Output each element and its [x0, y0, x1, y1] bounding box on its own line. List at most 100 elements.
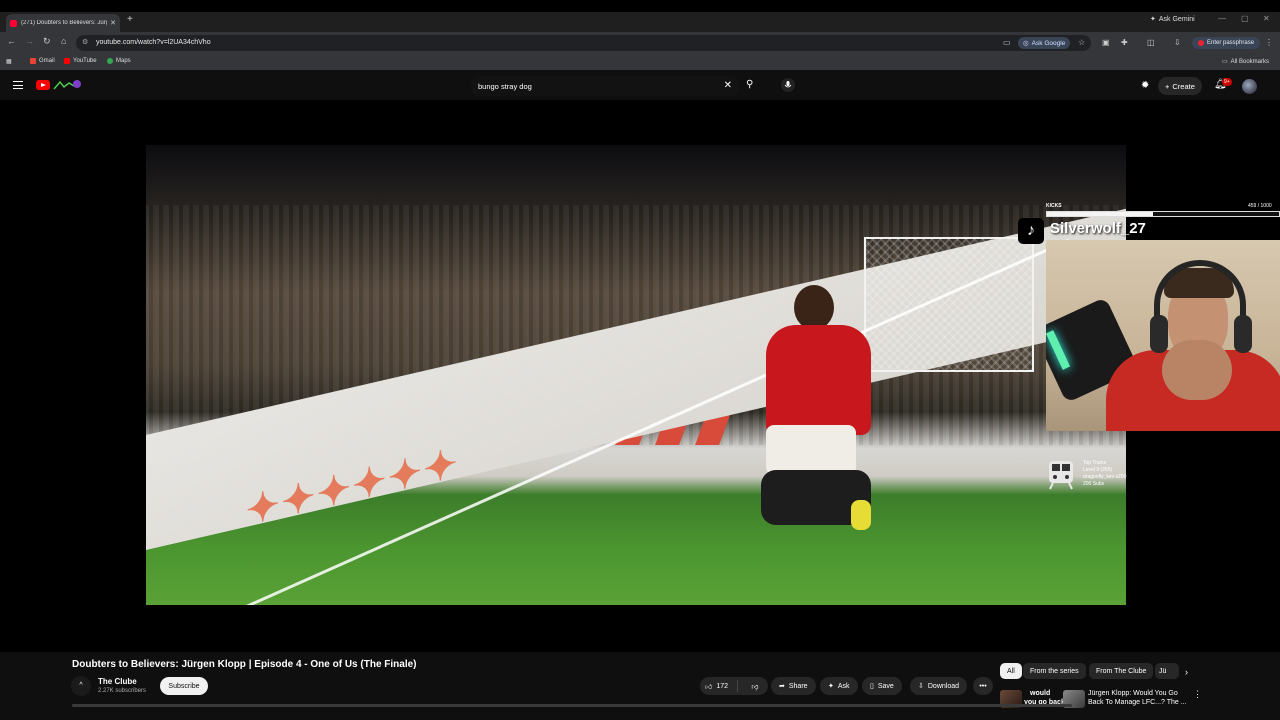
recommendation-title[interactable]: Jürgen Klopp: Would You Go Back To Manag… — [1088, 689, 1187, 707]
ask-google-button[interactable]: ◎ Ask Google — [1018, 37, 1071, 49]
video-title: Doubters to Believers: Jürgen Klopp | Ep… — [72, 659, 417, 670]
create-label: Create — [1172, 81, 1195, 91]
recommendation-menu-icon[interactable]: ⋮ — [1193, 689, 1202, 700]
account-avatar[interactable] — [1242, 79, 1257, 94]
site-info-icon[interactable]: ⚙ — [82, 38, 88, 46]
bookmarks-bar: ▦ Gmail YouTube Maps ▭ All Bookmarks — [0, 54, 1280, 70]
browser-tab-active[interactable]: (271) Doubters to Believers: Jürg ✕ — [6, 14, 120, 32]
bookmark-gmail[interactable]: Gmail — [30, 58, 55, 64]
dislike-button[interactable]: 👎︎ — [742, 682, 768, 691]
ask-gemini-label: Ask Gemini — [1158, 15, 1195, 23]
clear-search-icon[interactable]: ✕ — [724, 80, 732, 91]
bookmark-label: YouTube — [73, 58, 97, 64]
enter-passphrase-button[interactable]: Enter passphrase — [1192, 37, 1261, 49]
ask-google-label: Ask Google — [1031, 39, 1066, 47]
more-actions-button[interactable]: ••• — [973, 677, 993, 695]
search-icon[interactable]: ⚲ — [746, 79, 753, 90]
sparkle-icon: ✦ — [828, 683, 834, 690]
bookmark-maps[interactable]: Maps — [107, 58, 131, 64]
youtube-logo-icon[interactable] — [36, 80, 50, 90]
subscribe-button[interactable]: Subscribe — [160, 677, 208, 695]
maximize-window-icon[interactable]: ▢ — [1241, 14, 1249, 23]
close-window-icon[interactable]: ✕ — [1263, 14, 1270, 23]
all-bookmarks-label: All Bookmarks — [1230, 58, 1270, 65]
channel-avatar[interactable]: ^ — [71, 676, 91, 696]
save-playlist-icon: ▯ — [870, 683, 874, 690]
reload-icon[interactable]: ↻ — [43, 36, 51, 47]
window-top-strip — [0, 0, 1280, 12]
channel-name[interactable]: The Clube — [98, 677, 137, 686]
top-trains-line: Level 9 (265) — [1083, 467, 1113, 473]
footballer-head — [794, 285, 834, 330]
thumbs-down-icon: 👎︎ — [751, 683, 759, 691]
tiktok-icon: ♪ — [1018, 218, 1044, 244]
youtube-doodle-icon[interactable] — [52, 78, 82, 92]
lens-icon: ◎ — [1023, 40, 1029, 47]
ask-label: Ask — [837, 682, 850, 690]
profile-dot-icon — [1198, 40, 1204, 46]
save-button[interactable]: ▯ Save — [862, 677, 902, 695]
thumbs-up-icon: 👍︎ — [705, 683, 713, 691]
voice-search-button[interactable] — [781, 78, 795, 92]
settings-gear-icon[interactable]: ✹ — [1141, 80, 1149, 91]
extension-icon[interactable]: ▣ — [1102, 38, 1110, 47]
download-label: Download — [927, 682, 960, 690]
side-panel-icon[interactable]: ◫ — [1147, 38, 1155, 47]
kicks-goal-label: KICKS — [1046, 203, 1062, 209]
ask-gemini-button[interactable]: ✦ Ask Gemini — [1150, 15, 1195, 24]
tab-close-icon[interactable]: ✕ — [110, 19, 116, 27]
bookmark-star-icon[interactable]: ☆ — [1078, 38, 1085, 47]
more-horizontal-icon: ••• — [979, 682, 987, 690]
search-input[interactable]: bungo stray dog ✕ — [470, 76, 740, 96]
share-button[interactable]: ➦ Share — [771, 677, 816, 695]
download-button[interactable]: ⇩ Download — [910, 677, 968, 695]
footballer-figure — [746, 265, 896, 545]
like-button[interactable]: 👍︎ 172 — [700, 680, 738, 692]
save-label: Save — [877, 682, 894, 690]
footballer-boot — [851, 500, 871, 530]
youtube-icon — [64, 58, 70, 64]
footballer-jersey — [766, 325, 871, 435]
puzzle-extensions-icon[interactable]: ✚ — [1121, 38, 1128, 47]
ask-button[interactable]: ✦ Ask — [820, 677, 858, 695]
like-count: 172 — [716, 682, 729, 690]
chip-all[interactable]: All — [1000, 663, 1022, 679]
passphrase-label: Enter passphrase — [1207, 40, 1255, 46]
forward-arrow-icon[interactable]: → — [25, 36, 34, 46]
recommendation-title-line: Jürgen Klopp: Would You Go — [1088, 690, 1178, 697]
home-icon[interactable]: ⌂ — [61, 36, 66, 46]
bookmark-label: Maps — [116, 58, 131, 64]
headset-cup-right — [1234, 315, 1252, 353]
download-icon: ⇩ — [918, 683, 924, 690]
chevron-right-icon[interactable]: › — [1185, 667, 1188, 677]
address-bar[interactable]: ⚙ youtube.com/watch?v=l2UA34chVho — [76, 35, 1091, 51]
url-text: youtube.com/watch?v=l2UA34chVho — [96, 39, 211, 46]
menu-hamburger-icon[interactable] — [13, 81, 23, 89]
kicks-progress-bar — [1046, 211, 1280, 217]
cast-icon[interactable]: ▭ — [1003, 38, 1011, 47]
back-arrow-icon[interactable]: ← — [7, 36, 16, 46]
share-arrow-icon: ➦ — [779, 683, 785, 690]
kicks-goal-count: 459 / 1000 — [1248, 203, 1272, 209]
minimize-window-icon[interactable]: — — [1218, 14, 1226, 23]
downloads-icon[interactable]: ⇩ — [1174, 38, 1181, 47]
streamer-hand — [1162, 340, 1232, 400]
top-trains-line: 200 Subs — [1083, 481, 1105, 487]
webcam-feed — [1046, 240, 1280, 431]
browser-menu-icon[interactable]: ⋮ — [1265, 38, 1273, 47]
recommendation-title-line: Back To Manage LFC...? The ... — [1088, 699, 1187, 706]
top-trains-line: Top Trains — [1083, 460, 1107, 466]
apps-grid-icon[interactable]: ▦ — [6, 58, 12, 65]
page-scroll-indicator — [72, 704, 1072, 707]
chip-from-series[interactable]: From the series — [1023, 663, 1086, 679]
bookmark-youtube[interactable]: YouTube — [64, 58, 97, 64]
youtube-favicon-icon — [10, 19, 17, 27]
chip-from-channel[interactable]: From The Clube — [1089, 663, 1154, 679]
create-button[interactable]: + Create — [1158, 77, 1202, 95]
maps-pin-icon — [107, 58, 113, 64]
new-tab-button[interactable]: + — [127, 14, 133, 25]
chip-truncated[interactable]: Jü — [1155, 663, 1179, 679]
video-frame[interactable]: ✦✦✦✦✦✦ — [146, 145, 1126, 605]
search-query-text: bungo stray dog — [478, 82, 532, 91]
all-bookmarks[interactable]: ▭ All Bookmarks — [1222, 58, 1270, 66]
